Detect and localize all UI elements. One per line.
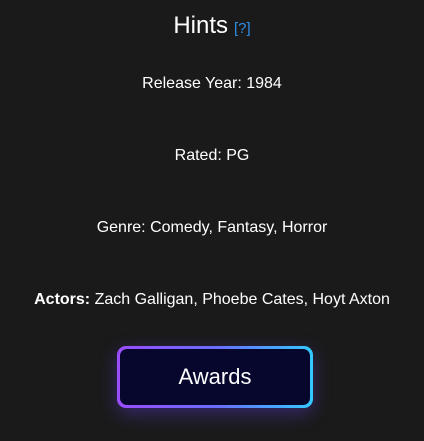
hint-genre: Genre: Comedy, Fantasy, Horror [96,219,328,236]
hint-release-year: Release Year: 1984 [142,75,282,92]
actors-label: Actors: [34,291,91,308]
help-link[interactable]: [?] [234,20,251,37]
hint-rated: Rated: PG [174,147,250,164]
page-title: Hints [173,12,228,39]
actors-value: Zach Galligan, Phoebe Cates, Hoyt Axton [94,291,390,308]
hint-actors: Actors: Zach Galligan, Phoebe Cates, Hoy… [0,291,424,309]
hints-header: Hints [?] [0,12,424,40]
awards-button-border[interactable]: Awards [117,346,313,408]
awards-button[interactable]: Awards [120,349,310,405]
